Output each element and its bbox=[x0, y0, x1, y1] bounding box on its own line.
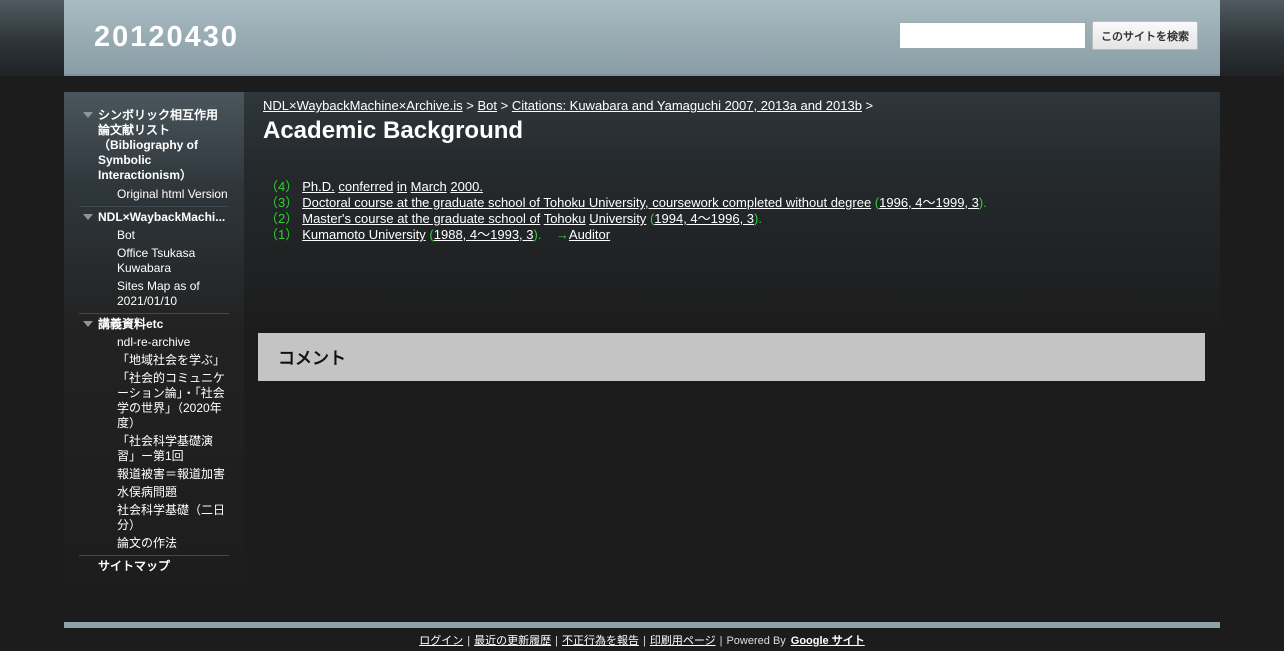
breadcrumb-link-citations[interactable]: Citations: Kuwabara and Yamaguchi 2007, … bbox=[512, 98, 862, 113]
footer-separator: | bbox=[719, 635, 723, 647]
sidebar-item-social-science-basics[interactable]: 社会科学基礎（二日分） bbox=[79, 503, 229, 533]
link-doctoral-course[interactable]: Doctoral course at the graduate school o… bbox=[302, 195, 871, 210]
link-masters-dates[interactable]: 1994, 4～1996, 3 bbox=[654, 211, 754, 226]
site-title[interactable]: 20120430 bbox=[94, 21, 239, 54]
footer-separator: | bbox=[642, 635, 646, 647]
triangle-down-icon[interactable] bbox=[83, 112, 93, 118]
sidebar-item-seminar[interactable]: 「社会科学基礎演習」ー第1回 bbox=[79, 434, 229, 464]
comment-section: コメント bbox=[258, 333, 1205, 381]
sidebar-section-lectures: 講義資料etc ndl-re-archive 「地域社会を学ぶ」 「社会的コミュ… bbox=[79, 317, 229, 556]
paren-close: ). bbox=[533, 227, 542, 242]
search-button[interactable]: このサイトを検索 bbox=[1092, 21, 1198, 50]
link-kumamoto-university[interactable]: Kumamoto University bbox=[302, 227, 426, 242]
link-auditor[interactable]: Auditor bbox=[569, 227, 610, 242]
footer: ログイン | 最近の更新履歴 | 不正行為を報告 | 印刷用ページ | Powered By Go… bbox=[0, 632, 1284, 648]
link-phd[interactable]: Ph.D. bbox=[302, 179, 335, 194]
link-masters-course[interactable]: Master's course at the graduate school o… bbox=[302, 211, 540, 226]
paren-close: ). bbox=[978, 195, 987, 210]
sidebar-item-label: シンボリック相互作用論文献リスト（Bibliography of Symboli… bbox=[98, 108, 219, 182]
site-header: 20120430 このサイトを検索 bbox=[64, 0, 1220, 76]
sidebar-item-ndl[interactable]: NDL×WaybackMachi... bbox=[79, 210, 229, 225]
link-conferred[interactable]: conferred bbox=[338, 179, 393, 194]
footer-divider bbox=[64, 622, 1220, 628]
sidebar-item-minamata[interactable]: 水俣病問題 bbox=[79, 485, 229, 500]
breadcrumb-link-ndl[interactable]: NDL×WaybackMachine×Archive.is bbox=[263, 98, 463, 113]
sidebar-section-bibliography: シンボリック相互作用論文献リスト（Bibliography of Symboli… bbox=[79, 108, 229, 207]
list-item: （2） Master's course at the graduate schoo… bbox=[265, 211, 987, 227]
list-item: （1） Kumamoto University (1988, 4～1993, 3)… bbox=[265, 227, 987, 243]
academic-background-list: （4） Ph.D. conferred in March 2000. （3） Doc… bbox=[265, 179, 987, 243]
sidebar-item-paper-etiquette[interactable]: 論文の作法 bbox=[79, 536, 229, 551]
sidebar-item-media-harm[interactable]: 報道被害＝報道加害 bbox=[79, 467, 229, 482]
entry-number: （3） bbox=[265, 195, 299, 210]
sidebar-section-ndl: NDL×WaybackMachi... Bot Office Tsukasa K… bbox=[79, 210, 229, 314]
link-tohoku[interactable]: Tohoku bbox=[544, 211, 586, 226]
sidebar-item-label: 講義資料etc bbox=[98, 317, 164, 331]
triangle-down-icon[interactable] bbox=[83, 321, 93, 327]
arrow-right-icon: → bbox=[555, 227, 569, 242]
footer-powered-by: Powered By bbox=[726, 635, 786, 647]
footer-link-login[interactable]: ログイン bbox=[419, 635, 463, 647]
link-in[interactable]: in bbox=[397, 179, 407, 194]
link-doctoral-dates[interactable]: 1996, 4～1999, 3 bbox=[879, 195, 979, 210]
sidebar-item-social-communication[interactable]: 「社会的コミュニケーション論」・「社会学の世界」（2020年度） bbox=[79, 371, 229, 431]
breadcrumb-link-bot[interactable]: Bot bbox=[478, 98, 498, 113]
comment-title: コメント bbox=[278, 349, 346, 369]
link-march[interactable]: March bbox=[411, 179, 447, 194]
sidebar-item-sitemap[interactable]: サイトマップ bbox=[79, 559, 229, 574]
breadcrumb-separator: > bbox=[466, 98, 474, 113]
sidebar-item-bot[interactable]: Bot bbox=[79, 228, 229, 243]
footer-link-print[interactable]: 印刷用ページ bbox=[650, 635, 716, 647]
entry-number: （1） bbox=[265, 227, 299, 242]
sidebar-item-office[interactable]: Office Tsukasa Kuwabara bbox=[79, 246, 229, 276]
triangle-down-icon[interactable] bbox=[83, 214, 93, 220]
link-university[interactable]: University bbox=[589, 211, 646, 226]
breadcrumb: NDL×WaybackMachine×Archive.is > Bot > Ci… bbox=[263, 98, 873, 113]
entry-number: （2） bbox=[265, 211, 299, 226]
breadcrumb-separator: > bbox=[865, 98, 874, 113]
sidebar-item-label: NDL×WaybackMachi... bbox=[98, 210, 226, 224]
sidebar-item-ndl-re-archive[interactable]: ndl-re-archive bbox=[79, 335, 229, 350]
breadcrumb-separator: > bbox=[500, 98, 509, 113]
link-2000[interactable]: 2000. bbox=[450, 179, 483, 194]
footer-separator: | bbox=[467, 635, 471, 647]
list-item: （3） Doctoral course at the graduate schoo… bbox=[265, 195, 987, 211]
page-title: Academic Background bbox=[263, 117, 524, 144]
search-input[interactable] bbox=[899, 22, 1086, 49]
footer-link-report-abuse[interactable]: 不正行為を報告 bbox=[562, 635, 639, 647]
link-kumamoto-dates[interactable]: 1988, 4～1993, 3 bbox=[434, 227, 534, 242]
entry-number: （4） bbox=[265, 179, 299, 194]
sidebar-item-local-society[interactable]: 「地域社会を学ぶ」 bbox=[79, 353, 229, 368]
sidebar-item-sites-map[interactable]: Sites Map as of 2021/01/10 bbox=[79, 279, 229, 309]
paren-close: ). bbox=[754, 211, 762, 226]
footer-link-recent-updates[interactable]: 最近の更新履歴 bbox=[474, 635, 551, 647]
footer-separator: | bbox=[555, 635, 558, 647]
footer-link-google-sites[interactable]: Google サイト bbox=[791, 635, 865, 647]
content-area: NDL×WaybackMachine×Archive.is > Bot > Ci… bbox=[244, 92, 1220, 332]
sidebar-item-bibliography[interactable]: シンボリック相互作用論文献リスト（Bibliography of Symboli… bbox=[79, 108, 229, 183]
list-item: （4） Ph.D. conferred in March 2000. bbox=[265, 179, 987, 195]
main-wrapper: シンボリック相互作用論文献リスト（Bibliography of Symboli… bbox=[64, 92, 1220, 612]
sidebar-item-original-html[interactable]: Original html Version bbox=[79, 187, 229, 202]
sidebar: シンボリック相互作用論文献リスト（Bibliography of Symboli… bbox=[64, 92, 244, 612]
sidebar-item-lectures[interactable]: 講義資料etc bbox=[79, 317, 229, 332]
